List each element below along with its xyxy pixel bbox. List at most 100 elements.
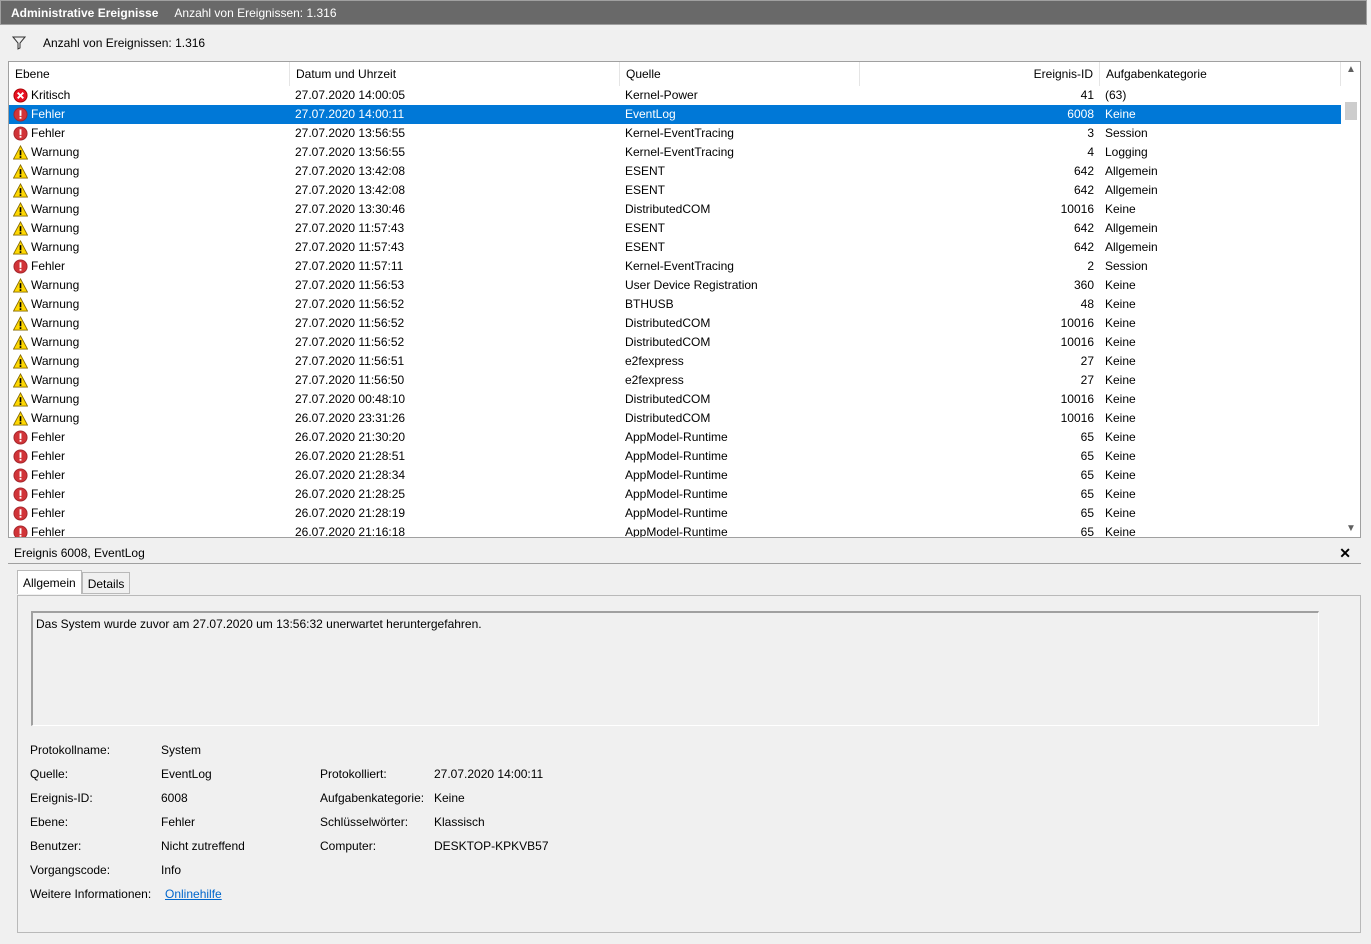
warning-icon	[12, 182, 29, 198]
cell-source: User Device Registration	[625, 278, 758, 292]
label-computer: Computer:	[320, 839, 377, 853]
table-row[interactable]: Warnung 27.07.2020 11:57:43 ESENT 642 Allgem…	[9, 238, 1341, 257]
table-row[interactable]: Fehler 26.07.2020 21:28:34 AppModel-Runtim…	[9, 466, 1341, 485]
cell-datetime: 27.07.2020 13:56:55	[295, 145, 406, 159]
cell-event-id: 10016	[1060, 335, 1094, 349]
cell-datetime: 26.07.2020 21:28:19	[295, 506, 406, 520]
cell-level: Warnung	[12, 371, 283, 390]
tab-general[interactable]: Allgemein	[17, 570, 82, 594]
level-text: Warnung	[31, 316, 80, 330]
table-row[interactable]: Warnung 26.07.2020 23:31:26 DistributedCOM…	[9, 409, 1341, 428]
events-table: Ebene Datum und Uhrzeit Quelle Ereignis-…	[8, 61, 1361, 538]
level-text: Warnung	[31, 183, 80, 197]
table-row[interactable]: Fehler 27.07.2020 13:56:55 Kernel-EventTra…	[9, 124, 1341, 143]
event-description[interactable]: Das System wurde zuvor am 27.07.2020 um …	[31, 611, 1319, 726]
critical-icon	[13, 88, 28, 103]
table-row[interactable]: Warnung 27.07.2020 11:56:53 User Device Re…	[9, 276, 1341, 295]
cell-task-category: Keine	[1105, 316, 1136, 330]
cell-level: Fehler	[13, 504, 283, 523]
table-row[interactable]: Fehler 27.07.2020 14:00:11 EventLog 6008 Kei…	[9, 105, 1341, 124]
cell-source: AppModel-Runtime	[625, 487, 728, 501]
level-text: Warnung	[31, 145, 80, 159]
cell-datetime: 27.07.2020 11:56:52	[295, 335, 405, 349]
cell-level: Warnung	[12, 352, 283, 371]
table-row[interactable]: Fehler 26.07.2020 21:28:25 AppModel-Runtim…	[9, 485, 1341, 504]
vertical-scrollbar[interactable]: ▲ ▼	[1342, 62, 1360, 537]
table-row[interactable]: Warnung 27.07.2020 11:56:50 e2fexpress 27 Ke…	[9, 371, 1341, 390]
online-help-link[interactable]: Onlinehilfe	[165, 887, 222, 901]
scroll-down-icon[interactable]: ▼	[1342, 521, 1360, 537]
scroll-thumb[interactable]	[1345, 102, 1357, 120]
cell-source: AppModel-Runtime	[625, 525, 728, 538]
cell-source: ESENT	[625, 240, 666, 254]
detail-tabs: Allgemein Details	[17, 570, 131, 596]
cell-event-id: 10016	[1060, 316, 1094, 330]
cell-task-category: Keine	[1105, 430, 1136, 444]
table-row[interactable]: Warnung 27.07.2020 13:56:55 Kernel-EventTr…	[9, 143, 1341, 162]
error-icon	[13, 468, 28, 483]
cell-level: Fehler	[13, 428, 283, 447]
column-header-event-id[interactable]: Ereignis-ID	[860, 62, 1100, 86]
table-row[interactable]: Fehler 26.07.2020 21:28:51 AppModel-Runtim…	[9, 447, 1341, 466]
table-row[interactable]: Warnung 27.07.2020 11:56:51 e2fexpress 27 Ke…	[9, 352, 1341, 371]
column-header-task-category[interactable]: Aufgabenkategorie	[1100, 62, 1341, 86]
table-row[interactable]: Fehler 26.07.2020 21:28:19 AppModel-Runtim…	[9, 504, 1341, 523]
table-row[interactable]: Warnung 27.07.2020 11:56:52 BTHUSB 48 Keine	[9, 295, 1341, 314]
panel-titlebar: Administrative Ereignisse Anzahl von Ere…	[0, 0, 1367, 25]
tab-details[interactable]: Details	[81, 572, 131, 594]
table-row[interactable]: Warnung 27.07.2020 13:42:08 ESENT 642 Allgem…	[9, 181, 1341, 200]
table-row[interactable]: Warnung 27.07.2020 11:56:52 DistributedCOM…	[9, 314, 1341, 333]
column-header-level[interactable]: Ebene	[9, 62, 290, 86]
table-row[interactable]: Fehler 26.07.2020 21:16:18 AppModel-Runtim…	[9, 523, 1341, 538]
column-header-datetime[interactable]: Datum und Uhrzeit	[290, 62, 620, 86]
value-user: Nicht zutreffend	[161, 839, 245, 853]
cell-level: Fehler	[13, 485, 283, 504]
cell-event-id: 10016	[1060, 392, 1094, 406]
table-row[interactable]: Warnung 27.07.2020 00:48:10 DistributedCOM…	[9, 390, 1341, 409]
cell-task-category: Keine	[1105, 506, 1136, 520]
value-level: Fehler	[161, 815, 196, 829]
table-row[interactable]: Warnung 27.07.2020 11:57:43 ESENT 642 Allgem…	[9, 219, 1341, 238]
table-header: Ebene Datum und Uhrzeit Quelle Ereignis-…	[9, 62, 1341, 86]
scroll-up-icon[interactable]: ▲	[1342, 62, 1360, 78]
label-user: Benutzer:	[30, 839, 82, 853]
table-row[interactable]: Warnung 27.07.2020 13:42:08 ESENT 642 Allgem…	[9, 162, 1341, 181]
cell-source: ESENT	[625, 183, 666, 197]
table-row[interactable]: Fehler 26.07.2020 21:30:20 AppModel-Runtim…	[9, 428, 1341, 447]
error-icon	[13, 449, 28, 464]
tab-panel-general: Das System wurde zuvor am 27.07.2020 um …	[17, 595, 1361, 933]
cell-source: AppModel-Runtime	[625, 430, 728, 444]
cell-task-category: Allgemein	[1105, 183, 1158, 197]
value-opcode: Info	[161, 863, 182, 877]
cell-task-category: Keine	[1105, 202, 1136, 216]
cell-datetime: 27.07.2020 14:00:05	[295, 88, 406, 102]
cell-level: Fehler	[13, 523, 283, 537]
table-row[interactable]: Fehler 27.07.2020 11:57:11 Kernel-EventTra…	[9, 257, 1341, 276]
filter-icon[interactable]	[12, 36, 26, 50]
error-icon	[13, 107, 28, 122]
cell-source: DistributedCOM	[625, 411, 711, 425]
column-header-source[interactable]: Quelle	[620, 62, 860, 86]
cell-source: e2fexpress	[625, 373, 684, 387]
level-text: Fehler	[31, 126, 66, 140]
table-row[interactable]: Kritisch 27.07.2020 14:00:05 Kernel-Power 4…	[9, 86, 1341, 105]
cell-source: AppModel-Runtime	[625, 468, 728, 482]
cell-source: AppModel-Runtime	[625, 506, 728, 520]
close-icon[interactable]: ✕	[1339, 543, 1351, 563]
filter-count: Anzahl von Ereignissen: 1.316	[43, 36, 206, 50]
cell-datetime: 27.07.2020 14:00:11	[295, 107, 405, 121]
cell-source: EventLog	[625, 107, 676, 121]
level-text: Fehler	[31, 259, 66, 273]
cell-datetime: 27.07.2020 11:56:52	[295, 297, 405, 311]
level-text: Warnung	[31, 335, 80, 349]
cell-datetime: 27.07.2020 13:42:08	[295, 183, 406, 197]
cell-source: Kernel-EventTracing	[625, 259, 734, 273]
cell-task-category: (63)	[1105, 88, 1127, 102]
cell-level: Warnung	[12, 162, 283, 181]
warning-icon	[12, 144, 29, 160]
level-text: Warnung	[31, 354, 80, 368]
level-text: Fehler	[31, 468, 66, 482]
table-row[interactable]: Warnung 27.07.2020 11:56:52 DistributedCOM…	[9, 333, 1341, 352]
table-row[interactable]: Warnung 27.07.2020 13:30:46 DistributedCOM…	[9, 200, 1341, 219]
cell-event-id: 4	[1087, 145, 1094, 159]
